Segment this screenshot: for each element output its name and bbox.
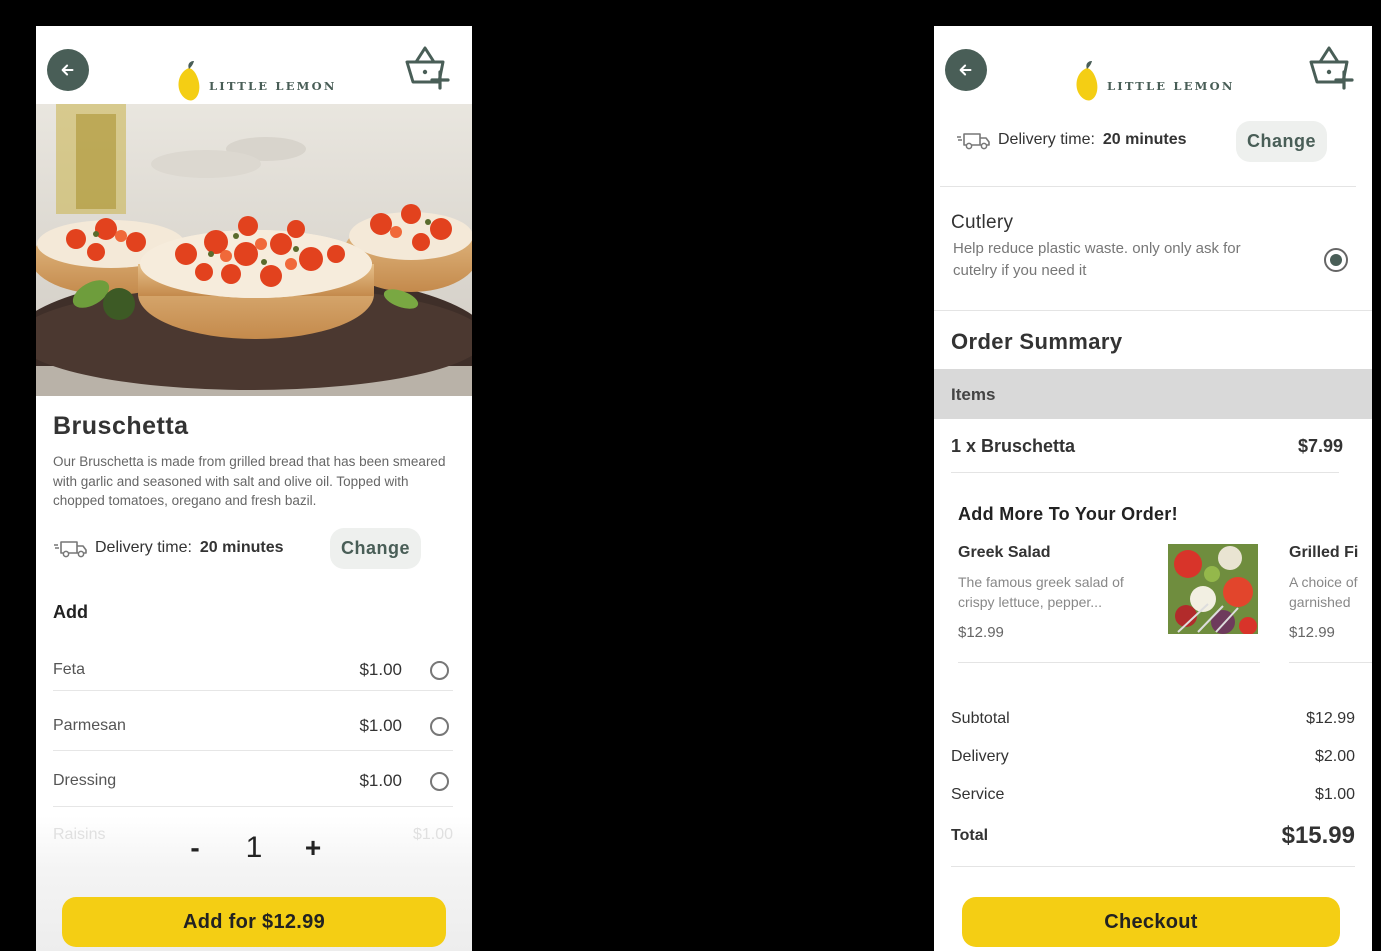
delivery-truck-icon: [54, 541, 87, 558]
increment-button[interactable]: +: [283, 832, 343, 864]
basket-add-icon[interactable]: [1306, 42, 1356, 90]
total-label: Total: [951, 827, 989, 844]
items-header: Items: [934, 369, 1372, 419]
upsell-item-name: Grilled Fi: [1289, 544, 1359, 561]
change-delivery-button[interactable]: Change: [330, 528, 422, 569]
radio-unselected-icon[interactable]: [430, 771, 449, 791]
decrement-button[interactable]: -: [165, 832, 225, 864]
radio-unselected-icon[interactable]: [430, 716, 449, 736]
totals-label: Subtotal: [951, 710, 1010, 727]
addon-price: $1.00: [359, 660, 402, 679]
dish-title: Bruschetta: [53, 412, 189, 440]
upsell-item-price: $12.99: [1289, 624, 1335, 641]
dish-description: Our Bruschetta is made from grilled brea…: [53, 454, 446, 508]
cutlery-title: Cutlery: [951, 212, 1014, 233]
totals-value: $2.00: [1314, 748, 1355, 765]
arrow-left-icon: [959, 64, 972, 76]
upsell-item-description: The famous greek salad of crispy lettuce…: [958, 574, 1124, 610]
line-item-price: $7.99: [1297, 436, 1343, 456]
delivery-time-label: Delivery time:: [998, 131, 1095, 148]
screenshot-stage: LITTLE LEMON Bruschetta Our Bruschetta i…: [0, 0, 1381, 951]
total-value: $15.99: [1281, 822, 1355, 849]
checkout-screen: LITTLE LEMON Delivery time: 20 minutes C…: [934, 26, 1372, 951]
totals-label: Service: [951, 786, 1005, 803]
order-line-item: 1 x Bruschetta $7.99: [951, 436, 1343, 457]
brand-logo: LITTLE LEMON: [176, 60, 337, 104]
app-header: LITTLE LEMON: [36, 26, 472, 104]
add-to-cart-button[interactable]: Add for $12.99: [62, 897, 446, 947]
back-button[interactable]: [945, 49, 987, 91]
addon-row[interactable]: Parmesan $1.00: [53, 702, 453, 751]
back-button[interactable]: [47, 49, 89, 91]
items-header-label: Items: [951, 385, 996, 404]
addon-row[interactable]: Feta $1.00: [53, 650, 453, 691]
subtotal-row: Subtotal $12.99: [951, 710, 1355, 728]
upsell-item-description: A choice of garnished: [1289, 574, 1358, 610]
divider: [951, 472, 1339, 473]
delivery-time-label: Delivery time:: [95, 539, 192, 556]
brand-logo: LITTLE LEMON: [1074, 60, 1235, 104]
addon-name: Feta: [53, 661, 86, 678]
addon-name: Dressing: [53, 772, 117, 789]
cutlery-description: Help reduce plastic waste. only only ask…: [953, 240, 1241, 279]
divider: [934, 310, 1372, 311]
brand-name: LITTLE LEMON: [209, 79, 337, 93]
add-ons-heading: Add: [53, 602, 88, 622]
quantity-stepper: - 1 +: [36, 831, 472, 865]
lemon-logo-icon: [1076, 61, 1098, 101]
delivery-fee-row: Delivery $2.00: [951, 748, 1355, 766]
basket-add-icon[interactable]: [402, 42, 452, 90]
divider: [940, 186, 1356, 187]
product-detail-screen: LITTLE LEMON Bruschetta Our Bruschetta i…: [36, 26, 472, 951]
order-summary-title: Order Summary: [951, 329, 1123, 354]
divider: [951, 866, 1355, 867]
checkout-button[interactable]: Checkout: [962, 897, 1340, 947]
total-row: Total $15.99: [951, 822, 1355, 850]
addon-price: $1.00: [359, 771, 402, 790]
radio-unselected-icon[interactable]: [430, 660, 449, 680]
addon-row[interactable]: Dressing $1.00: [53, 756, 453, 807]
bruschetta-photo: [36, 104, 472, 396]
delivery-time-row: Delivery time: 20 minutes: [956, 128, 1187, 152]
totals-label: Delivery: [951, 748, 1009, 765]
delivery-time-row: Delivery time: 20 minutes: [53, 536, 284, 560]
change-delivery-button[interactable]: Change: [1236, 121, 1328, 162]
brand-name: LITTLE LEMON: [1107, 79, 1235, 93]
addon-name: Parmesan: [53, 717, 126, 734]
upsell-card[interactable]: Grilled Fi A choice of garnished $12.99: [1289, 544, 1372, 663]
lemon-logo-icon: [178, 61, 200, 101]
totals-value: $1.00: [1314, 786, 1355, 803]
service-fee-row: Service $1.00: [951, 786, 1355, 804]
quantity-value: 1: [245, 831, 263, 864]
totals-value: $12.99: [1306, 710, 1355, 727]
delivery-time-value: 20 minutes: [1102, 131, 1187, 148]
line-item-label: 1 x Bruschetta: [951, 436, 1076, 456]
app-header: LITTLE LEMON: [934, 26, 1372, 104]
arrow-left-icon: [61, 64, 74, 76]
delivery-truck-icon: [957, 133, 990, 150]
greek-salad-photo: [1168, 544, 1258, 634]
addon-price: $1.00: [359, 716, 402, 735]
delivery-time-value: 20 minutes: [199, 539, 284, 556]
upsell-heading: Add More To Your Order!: [958, 504, 1178, 524]
radio-selected-icon[interactable]: [1324, 248, 1348, 272]
